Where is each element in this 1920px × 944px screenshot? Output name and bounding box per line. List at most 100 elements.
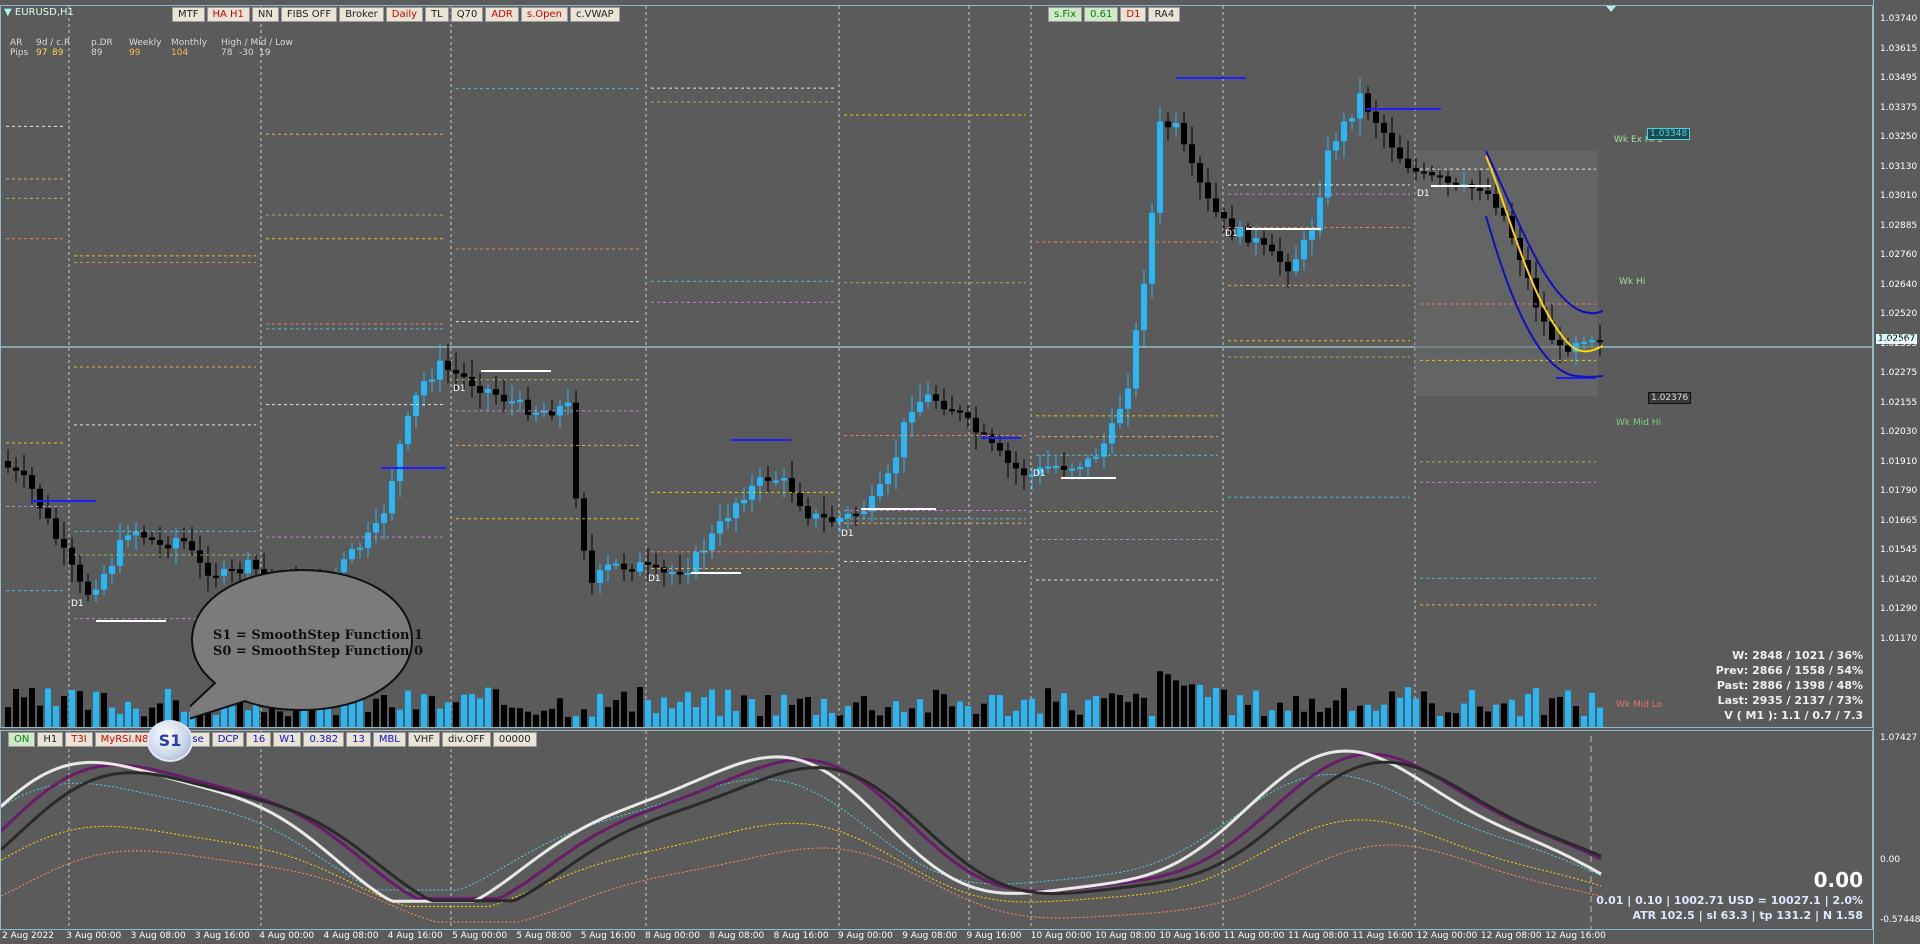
volume-bar [1533, 688, 1539, 727]
volume-bar [733, 711, 739, 727]
toolbar-btn-mbl[interactable]: MBL [372, 732, 406, 747]
wk-mid-lo-label: Wk Mid Lo [1616, 700, 1663, 710]
toolbar-btn-c-vwap[interactable]: c.VWAP [569, 7, 620, 22]
bear-candle [1421, 171, 1427, 174]
bear-candle [621, 563, 627, 570]
bull-candle [1237, 226, 1243, 237]
time-tick: 9 Aug 00:00 [837, 931, 893, 941]
bull-candle [389, 481, 395, 514]
price-tick: 1.03010 [1880, 191, 1918, 201]
bull-candle [877, 484, 883, 497]
toolbar-btn-fibs-off[interactable]: FIBS OFF [280, 7, 338, 22]
volume-bar [1357, 705, 1363, 727]
volume-bar [869, 710, 875, 727]
bubble-text: S1 = SmoothStep Function 1 S0 = SmoothSt… [213, 628, 423, 660]
toolbar-btn-0-61[interactable]: 0.61 [1084, 7, 1119, 22]
bear-candle [1277, 251, 1283, 262]
toolbar-btn-00000[interactable]: 00000 [492, 732, 537, 747]
top-toolbar: MTF HA H1 NN FIBS OFF Broker Daily TL Q70 ADR s.O… [172, 7, 620, 22]
bull-candle [93, 589, 99, 595]
bear-candle [1013, 462, 1019, 469]
bull-candle [741, 499, 747, 504]
oscillator-chart[interactable] [1, 731, 1873, 930]
bear-candle [1261, 238, 1267, 245]
toolbar-btn-dcp[interactable]: DCP [211, 732, 245, 747]
bull-candle [349, 548, 355, 560]
bull-candle [1341, 121, 1347, 142]
toolbar-btn-on[interactable]: ON [8, 732, 36, 747]
volume-bar [493, 689, 499, 727]
bull-candle [685, 572, 691, 575]
bull-candle [533, 412, 539, 415]
price-axis[interactable]: 1.03740 1.03615 1.03495 1.03375 1.03250 1.031… [1873, 0, 1920, 944]
toolbar-btn-tl[interactable]: TL [425, 7, 449, 22]
volume-bar [1093, 695, 1099, 727]
toolbar-btn-myrsi-n8[interactable]: MyRSI.N8 [94, 732, 155, 747]
volume-bar [917, 699, 923, 727]
toolbar-btn-q70[interactable]: Q70 [450, 7, 484, 22]
toolbar-btn-w1[interactable]: W1 [273, 732, 302, 747]
bear-candle [197, 550, 203, 563]
toolbar-btn-0-382[interactable]: 0.382 [303, 732, 345, 747]
bear-candle [1485, 190, 1491, 195]
toolbar-btn-div-off[interactable]: div.OFF [442, 732, 491, 747]
volume-bar [797, 698, 803, 727]
toolbar-btn-16[interactable]: 16 [246, 732, 272, 747]
volume-bar [109, 707, 115, 727]
volume-bar [837, 715, 843, 727]
volume-bar [749, 699, 755, 727]
volume-bar [1269, 710, 1275, 727]
toolbar-btn-vhf[interactable]: VHF [407, 732, 440, 747]
toolbar-btn-13[interactable]: 13 [346, 732, 371, 747]
toolbar-btn-nn[interactable]: NN [251, 7, 279, 22]
toolbar-btn-s-open[interactable]: s.Open [520, 7, 568, 22]
price-tick: 1.01290 [1880, 604, 1918, 614]
volume-bar [1261, 716, 1267, 727]
toolbar-btn-mtf[interactable]: MTF [172, 7, 205, 22]
toolbar-btn-t3i[interactable]: T3I [65, 732, 93, 747]
bull-candle [1149, 212, 1155, 284]
price-tick: 1.02395 [1880, 338, 1918, 349]
volume-bar [61, 696, 67, 727]
bull-candle [1581, 341, 1587, 344]
time-tick: 8 Aug 08:00 [709, 931, 765, 941]
bull-candle [733, 503, 739, 519]
info-v4: 99 [129, 48, 141, 58]
bull-candle [773, 480, 779, 483]
time-tick: 10 Aug 00:00 [1030, 931, 1092, 941]
volume-stats: W: 2848 / 1021 / 36% Prev: 2866 / 1558 / … [1716, 648, 1863, 723]
bull-candle [1093, 456, 1099, 459]
volume-bar [765, 695, 771, 727]
time-tick: 8 Aug 00:00 [645, 931, 700, 941]
volume-bar [45, 688, 51, 727]
volume-bar [717, 716, 723, 727]
s1-badge-button[interactable]: S1 [147, 720, 193, 762]
volume-bar [501, 704, 507, 727]
toolbar-btn-s-fix[interactable]: s.Fix [1048, 7, 1083, 22]
osc-band-lower [1, 844, 1602, 923]
toolbar-btn-ha-h1[interactable]: HA H1 [206, 7, 250, 22]
time-tick: 5 Aug 00:00 [452, 931, 508, 941]
bear-candle [61, 538, 67, 548]
time-tick: 2 Aug 2022 [2, 931, 54, 941]
toolbar-btn-ra4[interactable]: RA4 [1148, 7, 1181, 22]
toolbar-btn-d1[interactable]: D1 [1120, 7, 1147, 22]
bear-candle [1285, 261, 1291, 272]
volume-bar [461, 694, 467, 727]
volume-bar [1101, 698, 1107, 727]
bull-candle [1045, 466, 1051, 469]
bull-candle [1357, 93, 1363, 119]
volume-bar [1181, 685, 1187, 727]
volume-bar [21, 697, 27, 727]
toolbar-btn-adr[interactable]: ADR [485, 7, 519, 22]
oscillator-pane[interactable] [0, 730, 1873, 930]
collapse-triangle-icon[interactable]: ▼ [4, 7, 12, 18]
volume-bar [1549, 698, 1555, 727]
toolbar-btn-daily[interactable]: Daily [385, 7, 424, 22]
bear-candle [141, 531, 147, 538]
time-tick: 4 Aug 16:00 [387, 931, 443, 941]
toolbar-btn-h1[interactable]: H1 [37, 732, 64, 747]
volume-bar [989, 694, 995, 727]
toolbar-btn-broker[interactable]: Broker [339, 7, 384, 22]
volume-bar [1293, 695, 1299, 727]
